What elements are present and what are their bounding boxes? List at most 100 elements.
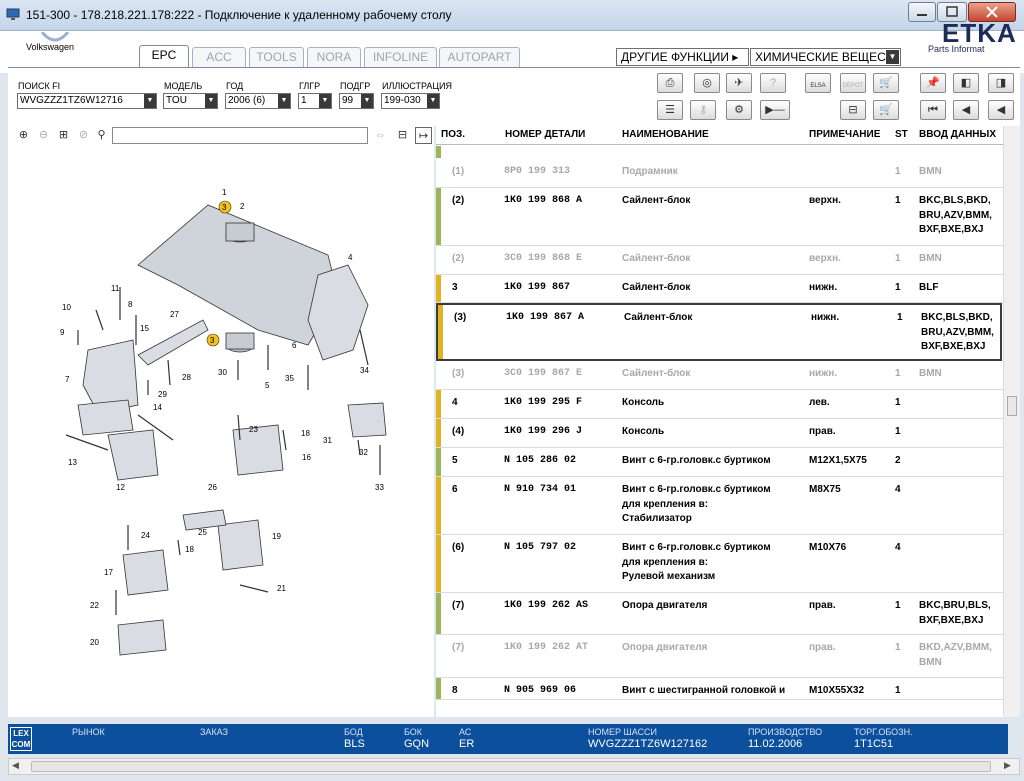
chemicals-select[interactable]: ХИМИЧЕСКИЕ ВЕЩЕС ▼: [750, 48, 901, 66]
ug-select[interactable]: 99 ▼: [339, 93, 374, 109]
chevron-down-icon[interactable]: ▼: [144, 94, 156, 108]
year-select[interactable]: 2006 (6) ▼: [225, 93, 291, 109]
zoom-reset-icon[interactable]: ⊘: [75, 127, 92, 144]
list-button[interactable]: ☰: [657, 100, 683, 120]
illustration-select[interactable]: 199-030 ▼: [381, 93, 440, 109]
col-part-header[interactable]: НОМЕР ДЕТАЛИ: [505, 129, 585, 140]
chevron-down-icon[interactable]: ▼: [205, 94, 217, 108]
search-field[interactable]: WVGZZZ1TZ6W12716 ▼: [17, 93, 157, 109]
tab-epc[interactable]: EPC: [139, 45, 189, 67]
vertical-scrollbar[interactable]: [1003, 126, 1020, 717]
fit-icon[interactable]: ⇔: [372, 127, 389, 144]
illustration-pane[interactable]: 1233 4567 8 9 10 11 12 13 14 15 16 17 18 18 19 20 2…: [8, 145, 434, 717]
cart-remove-button[interactable]: ⊟: [840, 100, 866, 120]
cell-st: 1: [895, 426, 901, 437]
tab-nora[interactable]: NORA: [307, 47, 361, 67]
cart-icon: 🛒: [879, 77, 893, 89]
book-back-button[interactable]: ◧: [953, 73, 979, 93]
elsa-button[interactable]: ELSA: [805, 73, 831, 93]
prev-button[interactable]: ◀: [953, 100, 979, 120]
image-search-input[interactable]: [112, 127, 368, 144]
col-st-header[interactable]: ST: [895, 129, 908, 140]
cell-part: N 905 969 06: [504, 685, 577, 696]
search-icon[interactable]: ⚲: [93, 127, 110, 144]
chevron-down-icon[interactable]: ▼: [361, 94, 373, 108]
pin-icon: 📌: [926, 77, 940, 89]
scroll-thumb[interactable]: [1007, 396, 1017, 416]
tab-tools[interactable]: TOOLS: [249, 47, 304, 67]
disc-button[interactable]: ◎: [694, 73, 720, 93]
table-row[interactable]: (3) 1K0 199 867 A Сайлент-блок нижн. 1 BKC,BL…: [436, 303, 1002, 361]
col-pos-header[interactable]: ПОЗ.: [441, 129, 465, 140]
depot-label: DEPOT: [842, 83, 864, 89]
chevron-down-icon[interactable]: ▼: [278, 94, 290, 108]
car-tools-button[interactable]: ✈: [726, 73, 752, 93]
zoom-in-icon[interactable]: ⊕: [15, 127, 32, 144]
table-row[interactable]: (1) 8P0 199 313 Подрамник 1 BMN: [436, 159, 1003, 188]
first-button[interactable]: ⏮: [920, 100, 946, 120]
svg-text:33: 33: [375, 483, 384, 492]
table-row[interactable]: 5 N 105 286 02 Винт с 6-гр.головк.с буртик…: [436, 448, 1003, 477]
table-row[interactable]: 8 N 905 969 06 Винт с шестигранной головко…: [436, 678, 1003, 700]
cell-st: 1: [895, 368, 901, 379]
col-data-header[interactable]: ВВОД ДАННЫХ: [919, 129, 996, 140]
help-button[interactable]: ?: [760, 73, 786, 93]
table-row[interactable]: 4 1K0 199 295 F Консоль лев. 1: [436, 390, 1003, 419]
table-row[interactable]: 6 N 910 734 01 Винт с 6-гр.головк.с буртик…: [436, 477, 1003, 535]
search-label: ПОИСК FI: [18, 81, 61, 91]
scroll-thumb[interactable]: [31, 761, 991, 772]
svg-text:29: 29: [158, 390, 167, 399]
table-row[interactable]: 3 1K0 199 867 Сайлент-блок нижн. 1 BLF: [436, 275, 1003, 303]
zoom-out-icon[interactable]: ⊖: [35, 127, 52, 144]
window-titlebar[interactable]: 151-300 - 178.218.221.178:222 - Подключе…: [0, 0, 1024, 31]
table-row[interactable]: (2) 3C0 199 868 E Сайлент-блок верхн. 1 BMN: [436, 246, 1003, 275]
col-note-header[interactable]: ПРИМЕЧАНИЕ: [809, 129, 880, 140]
next-button[interactable]: ◀: [988, 100, 1014, 120]
cell-part: 1K0 199 868 A: [504, 195, 583, 206]
cart-button[interactable]: 🛒: [873, 73, 899, 93]
chassis-label: НОМЕР ШАССИ: [588, 727, 658, 737]
table-row[interactable]: (3) 3C0 199 867 E Сайлент-блок нижн. 1 BMN: [436, 361, 1003, 390]
table-row[interactable]: (7) 1K0 199 262 AS Опора двигателя прав. 1 BK…: [436, 593, 1003, 635]
table-row[interactable]: (6) N 105 797 02 Винт с 6-гр.головк.с бурт…: [436, 535, 1003, 593]
play-minus-button[interactable]: ▶—: [760, 100, 790, 120]
hg-select[interactable]: 1 ▼: [298, 93, 332, 109]
scroll-left-icon[interactable]: ◀: [12, 760, 19, 771]
table-row[interactable]: (7) 1K0 199 262 AT Опора двигателя прав. 1 BK…: [436, 635, 1003, 678]
cell-st: 1: [895, 685, 901, 696]
col-name-header[interactable]: НАИМЕНОВАНИЕ: [622, 129, 709, 140]
model-value: TOU: [166, 95, 187, 106]
split-arrow-icon[interactable]: ↦: [415, 127, 432, 144]
depot-button[interactable]: DEPOT: [840, 73, 866, 93]
car-button[interactable]: ⚙: [726, 100, 752, 120]
tab-infoline[interactable]: INFOLINE: [364, 47, 437, 67]
horizontal-scrollbar[interactable]: ◀ ▶: [8, 758, 1020, 775]
minimize-button[interactable]: [908, 2, 936, 22]
other-functions-button[interactable]: ДРУГИЕ ФУНКЦИИ ▸: [616, 48, 749, 66]
tab-divider: [8, 67, 1020, 68]
tab-autopart[interactable]: AUTOPART: [439, 47, 520, 67]
zoom-area-icon[interactable]: ⊞: [55, 127, 72, 144]
chevron-down-icon[interactable]: ▼: [319, 94, 331, 108]
pin-button[interactable]: 📌: [920, 73, 946, 93]
chevron-down-icon[interactable]: ▼: [427, 94, 439, 108]
tab-acc[interactable]: ACC: [192, 47, 246, 67]
row-status-marker: [436, 275, 441, 302]
key-button[interactable]: ⚷: [690, 100, 716, 120]
model-select[interactable]: TOU ▼: [163, 93, 218, 109]
cell-pos: (2): [452, 253, 465, 264]
table-row[interactable]: (2) 1K0 199 868 A Сайлент-блок верхн. 1 BKC,B…: [436, 188, 1003, 246]
cell-part: 1K0 199 262 AS: [504, 600, 589, 611]
chevron-down-icon: ▼: [886, 50, 899, 64]
table-row[interactable]: (4) 1K0 199 296 J Консоль прав. 1: [436, 419, 1003, 448]
svg-text:30: 30: [218, 368, 227, 377]
cell-name: Консоль: [622, 426, 665, 437]
print-button[interactable]: ⎙: [657, 73, 683, 93]
cell-data: BKC,BRU,BLS,: [919, 600, 991, 611]
cart-add-button[interactable]: 🛒: [873, 100, 899, 120]
book-forward-button[interactable]: ◨: [988, 73, 1014, 93]
cell-pos: (6): [452, 542, 465, 553]
cell-part: N 105 797 02: [504, 542, 577, 553]
layout-icon[interactable]: ⊟: [394, 127, 411, 144]
scroll-right-icon[interactable]: ▶: [1004, 760, 1011, 771]
